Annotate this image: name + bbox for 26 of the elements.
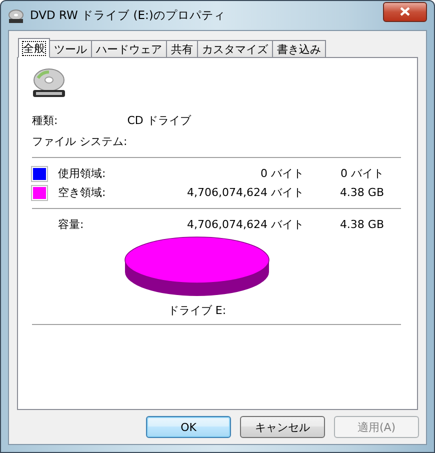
byte-count: 4,706,074,624 バイト	[186, 217, 304, 232]
size-value: 0 バイト	[340, 166, 384, 181]
space-label: 使用領域:	[58, 166, 107, 181]
close-icon	[400, 7, 410, 16]
tab[interactable]: カスタマイズ	[197, 40, 273, 57]
property-label: 種類:	[32, 113, 59, 128]
tab[interactable]: ハードウェア	[91, 40, 167, 57]
chart-caption: ドライブ E:	[168, 303, 226, 318]
dialog-button[interactable]: OK	[146, 416, 231, 438]
byte-count: 4,706,074,624 バイト	[186, 185, 304, 200]
property-value: CD ドライブ	[127, 113, 192, 128]
drive-icon	[8, 8, 24, 24]
size-value: 4.38 GB	[338, 186, 384, 199]
size-value: 4.38 GB	[338, 218, 384, 231]
dialog-button[interactable]: キャンセル	[240, 416, 325, 438]
tab[interactable]: 書き込み	[272, 40, 326, 57]
close-button[interactable]	[383, 2, 427, 22]
dvd-drive-icon	[32, 68, 66, 98]
window-title: DVD RW ドライブ (E:)のプロパティ	[30, 8, 226, 23]
tab[interactable]: 全般	[18, 38, 50, 58]
tab[interactable]: 共有	[166, 40, 198, 57]
capacity-label: 容量:	[58, 217, 85, 232]
property-label: ファイル システム:	[32, 134, 128, 149]
space-label: 空き領域:	[58, 185, 107, 200]
tab[interactable]: ツール	[49, 40, 92, 57]
byte-count: 0 バイト	[260, 166, 304, 181]
